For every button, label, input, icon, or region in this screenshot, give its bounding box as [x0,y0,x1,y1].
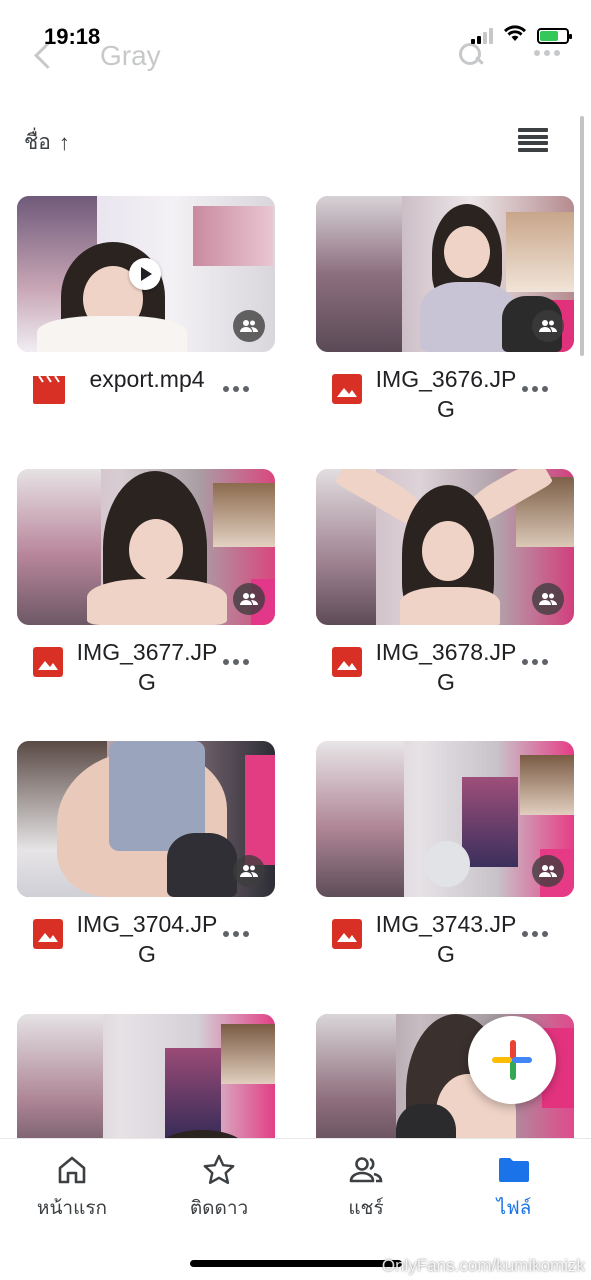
file-card[interactable]: IMG_3676.JPG [316,196,574,442]
star-icon [202,1153,236,1187]
nav-label: ไฟล์ [496,1198,532,1219]
sort-control[interactable]: ชื่อ ↑ [24,126,70,159]
image-file-icon [332,374,364,404]
shared-badge-icon [532,855,564,887]
file-card[interactable]: IMG_3704.JPG [17,741,275,987]
file-card[interactable]: IMG_3677.JPG [17,469,275,715]
image-thumbnail[interactable] [316,469,574,625]
file-name[interactable]: IMG_3678.JPG [372,637,520,697]
file-card[interactable]: IMG_3743.JPG [316,741,574,987]
image-thumbnail[interactable] [316,196,574,352]
nav-label: หน้าแรก [36,1198,108,1219]
folder-icon [497,1153,531,1187]
watermark: OnlyFans.com/kumikomizk [381,1256,585,1275]
image-thumbnail[interactable] [17,741,275,897]
more-options-icon[interactable] [522,655,552,669]
new-item-button[interactable] [468,1016,556,1104]
file-grid: export.mp4 IMG_3676.JPG IMG_3677.JPG IMG… [0,0,591,1140]
file-card[interactable]: IMG_3678.JPG [316,469,574,715]
list-view-icon[interactable] [518,128,548,152]
sort-label[interactable]: ชื่อ [24,126,51,159]
shared-badge-icon [233,310,265,342]
more-options-icon[interactable] [522,927,552,941]
file-name[interactable]: export.mp4 [73,364,221,394]
nav-home[interactable]: หน้าแรก [12,1153,132,1223]
shared-badge-icon [233,583,265,615]
image-file-icon [332,919,364,949]
status-bar: 19:18 [0,0,591,80]
nav-files[interactable]: ไฟล์ [454,1153,574,1223]
nav-label: ติดดาว [189,1198,249,1219]
video-file-icon [33,374,65,404]
nav-starred[interactable]: ติดดาว [159,1153,279,1223]
sort-ascending-icon[interactable]: ↑ [59,130,70,156]
shared-badge-icon [233,855,265,887]
file-card[interactable]: export.mp4 [17,196,275,442]
status-time: 19:18 [44,24,101,49]
cellular-signal-icon [471,27,493,44]
image-file-icon [33,647,65,677]
image-file-icon [332,647,364,677]
more-options-icon[interactable] [223,655,253,669]
image-thumbnail[interactable] [17,469,275,625]
file-name[interactable]: IMG_3676.JPG [372,364,520,424]
battery-icon [537,27,572,44]
more-options-icon[interactable] [522,382,552,396]
file-name[interactable]: IMG_3743.JPG [372,909,520,969]
image-thumbnail[interactable] [17,1014,275,1140]
file-name[interactable]: IMG_3704.JPG [73,909,221,969]
image-file-icon [33,919,65,949]
image-thumbnail[interactable] [316,741,574,897]
shared-badge-icon [532,583,564,615]
more-options-icon[interactable] [223,927,253,941]
nav-label: แชร์ [348,1198,384,1219]
people-icon [349,1153,383,1187]
home-indicator[interactable] [190,1260,402,1267]
nav-shared[interactable]: แชร์ [306,1153,426,1223]
file-card[interactable] [17,1014,275,1140]
wifi-icon [503,24,527,47]
file-name[interactable]: IMG_3677.JPG [73,637,221,697]
more-options-icon[interactable] [223,382,253,396]
shared-badge-icon [532,310,564,342]
home-icon [55,1153,89,1187]
play-icon[interactable] [129,258,161,290]
scrollbar[interactable] [580,116,584,356]
video-thumbnail[interactable] [17,196,275,352]
